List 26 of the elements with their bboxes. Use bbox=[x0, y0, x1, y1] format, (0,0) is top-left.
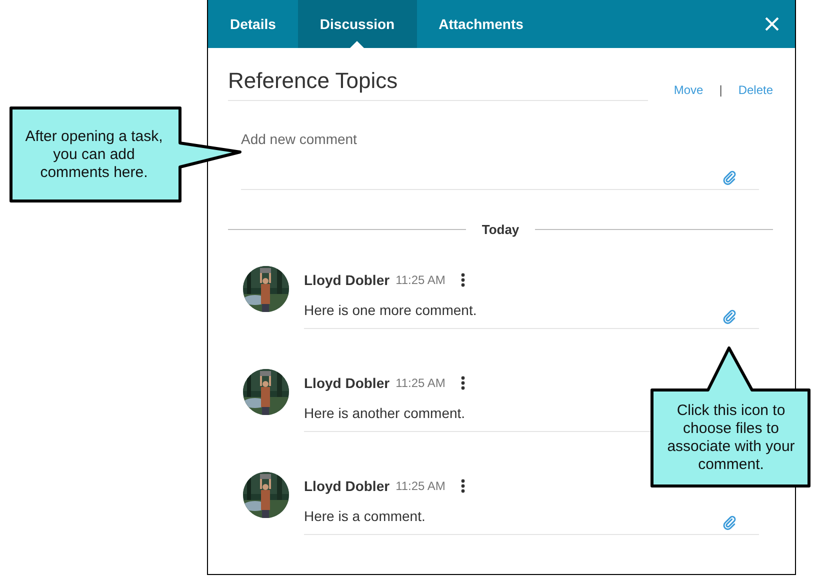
tab[interactable]: Details bbox=[208, 0, 298, 48]
paperclip-icon[interactable] bbox=[722, 309, 737, 324]
task-title: Reference Topics bbox=[228, 68, 648, 101]
comment-time: 11:25 AM bbox=[396, 376, 446, 390]
separator: | bbox=[719, 83, 722, 97]
close-icon[interactable] bbox=[765, 17, 779, 31]
comment-author: Lloyd Dobler bbox=[304, 478, 390, 494]
more-icon[interactable] bbox=[461, 376, 466, 390]
date-divider: Today bbox=[482, 222, 520, 237]
more-icon[interactable] bbox=[461, 479, 466, 493]
comment-author: Lloyd Dobler bbox=[304, 375, 390, 391]
more-icon[interactable] bbox=[461, 273, 466, 287]
comment-text: Here is one more comment. bbox=[304, 302, 477, 318]
comment-text: Here is a comment. bbox=[304, 508, 426, 524]
tab[interactable]: Attachments bbox=[416, 0, 546, 48]
comment-time: 11:25 AM bbox=[396, 273, 446, 287]
delete-link[interactable]: Delete bbox=[738, 83, 773, 97]
comment-text: Here is another comment. bbox=[304, 405, 466, 421]
comment-author: Lloyd Dobler bbox=[304, 272, 390, 288]
callout-text: After opening a task, you can add comments here. bbox=[24, 128, 164, 182]
move-link[interactable]: Move bbox=[674, 83, 704, 97]
comment-time: 11:25 AM bbox=[396, 479, 446, 493]
paperclip-icon[interactable] bbox=[722, 515, 737, 530]
paperclip-icon[interactable] bbox=[722, 170, 737, 185]
callout-text: Click this icon to choose files to associate with your comment. bbox=[666, 402, 796, 474]
tab[interactable]: Discussion bbox=[298, 0, 417, 48]
